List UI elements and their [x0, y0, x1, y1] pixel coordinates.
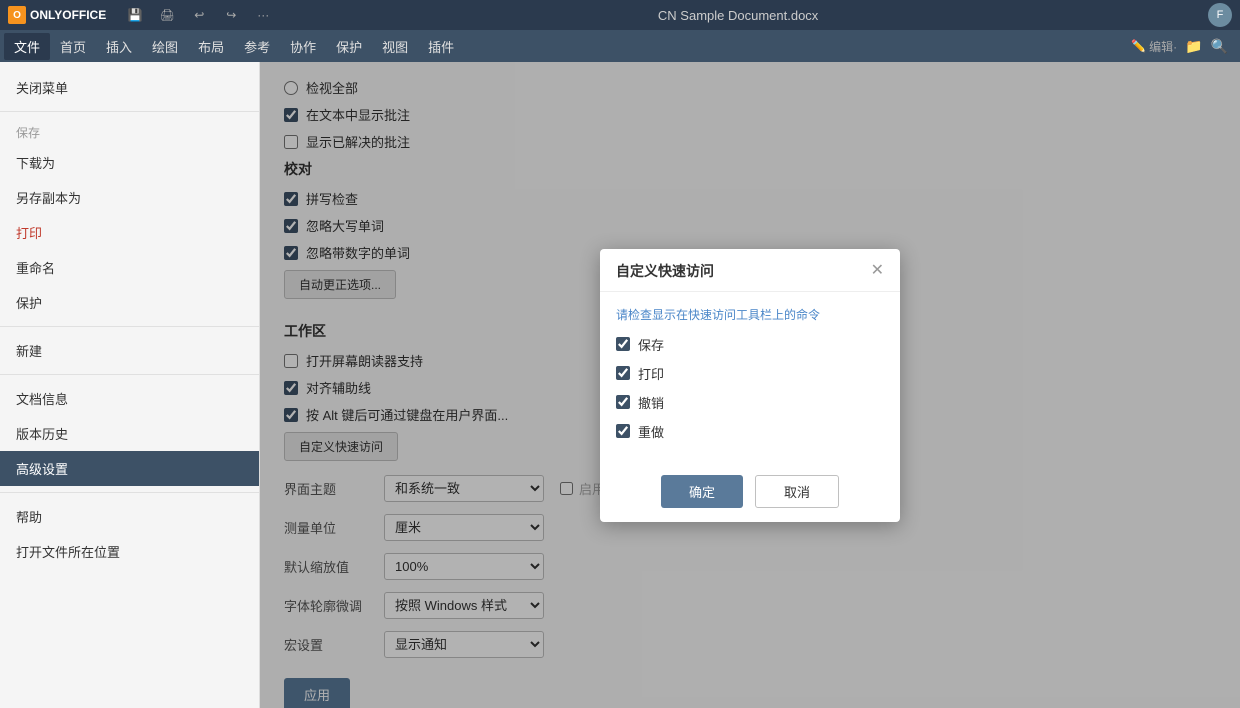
menu-insert[interactable]: 插入	[96, 33, 142, 60]
edit-mode-btn[interactable]: ✏️ 编辑·	[1131, 38, 1177, 55]
sidebar-divider-1	[0, 111, 259, 112]
modal-confirm-btn[interactable]: 确定	[661, 475, 743, 508]
modal-check-print-row: 打印	[616, 364, 884, 383]
modal-check-redo-row: 重做	[616, 422, 884, 441]
modal-footer: 确定 取消	[600, 465, 900, 522]
logo-icon: O	[8, 6, 26, 24]
modal-check-save-label: 保存	[638, 335, 664, 354]
modal-check-save-row: 保存	[616, 335, 884, 354]
sidebar-item-help[interactable]: 帮助	[0, 499, 259, 534]
menu-collaborate[interactable]: 协作	[280, 33, 326, 60]
search-icon-btn[interactable]: 🔍	[1211, 38, 1228, 55]
undo-btn[interactable]: ↩	[186, 6, 212, 24]
sidebar: 关闭菜单 保存 下载为 另存副本为 打印 重命名 保护 新建 文档信息 版本历史…	[0, 62, 260, 708]
sidebar-item-download-as[interactable]: 下载为	[0, 145, 259, 180]
menu-view[interactable]: 视图	[372, 33, 418, 60]
modal-description: 请检查显示在快速访问工具栏上的命令	[616, 306, 884, 323]
redo-btn[interactable]: ↪	[218, 6, 244, 24]
sidebar-item-doc-info[interactable]: 文档信息	[0, 381, 259, 416]
menu-reference[interactable]: 参考	[234, 33, 280, 60]
save-btn[interactable]: 💾	[122, 6, 148, 24]
sidebar-divider-3	[0, 374, 259, 375]
modal-check-save[interactable]	[616, 337, 630, 351]
menu-file[interactable]: 文件	[4, 33, 50, 60]
user-avatar[interactable]: F	[1208, 3, 1232, 27]
modal-check-redo-label: 重做	[638, 422, 664, 441]
sidebar-item-print[interactable]: 打印	[0, 215, 259, 250]
menu-home[interactable]: 首页	[50, 33, 96, 60]
edit-label: 编辑·	[1149, 38, 1177, 55]
menu-bar-right: ✏️ 编辑· 📁 🔍	[1131, 38, 1236, 55]
print-btn[interactable]: 🖨	[154, 6, 180, 24]
sidebar-item-new[interactable]: 新建	[0, 333, 259, 368]
app-name: ONLYOFFICE	[30, 8, 106, 22]
main-content: 检视全部 在文本中显示批注 显示已解决的批注 校对 拼写检查 忽略大写单词 忽略…	[260, 62, 1240, 708]
menu-plugins[interactable]: 插件	[418, 33, 464, 60]
menu-layout[interactable]: 布局	[188, 33, 234, 60]
modal-body: 请检查显示在快速访问工具栏上的命令 保存 打印 撤销	[600, 292, 900, 465]
modal-close-btn[interactable]: ✕	[871, 263, 884, 279]
menu-bar: 文件 首页 插入 绘图 布局 参考 协作 保护 视图 插件 ✏️ 编辑· 📁 🔍	[0, 30, 1240, 62]
modal-check-undo-label: 撤销	[638, 393, 664, 412]
sidebar-divider-2	[0, 326, 259, 327]
modal-title: 自定义快速访问	[616, 261, 714, 281]
window-controls: 💾 🖨 ↩ ↪ ···	[122, 6, 276, 24]
sidebar-item-close-menu[interactable]: 关闭菜单	[0, 70, 259, 105]
modal-check-redo[interactable]	[616, 424, 630, 438]
modal-check-print[interactable]	[616, 366, 630, 380]
sidebar-item-advanced-settings[interactable]: 高级设置	[0, 451, 259, 486]
location-icon-btn[interactable]: 📁	[1185, 38, 1202, 55]
menu-draw[interactable]: 绘图	[142, 33, 188, 60]
document-title: CN Sample Document.docx	[276, 8, 1200, 23]
sidebar-item-open-location[interactable]: 打开文件所在位置	[0, 534, 259, 569]
modal-check-undo-row: 撤销	[616, 393, 884, 412]
sidebar-item-protect[interactable]: 保护	[0, 285, 259, 320]
title-bar: O ONLYOFFICE 💾 🖨 ↩ ↪ ··· CN Sample Docum…	[0, 0, 1240, 30]
sidebar-item-save-copy[interactable]: 另存副本为	[0, 180, 259, 215]
modal-header: 自定义快速访问 ✕	[600, 249, 900, 292]
modal-check-print-label: 打印	[638, 364, 664, 383]
modal-overlay: 自定义快速访问 ✕ 请检查显示在快速访问工具栏上的命令 保存 打印	[260, 62, 1240, 708]
sidebar-item-version-history[interactable]: 版本历史	[0, 416, 259, 451]
pencil-icon: ✏️	[1131, 39, 1146, 53]
menu-protect[interactable]: 保护	[326, 33, 372, 60]
sidebar-section-save: 保存	[0, 118, 259, 145]
sidebar-item-rename[interactable]: 重命名	[0, 250, 259, 285]
app-logo: O ONLYOFFICE	[8, 6, 106, 24]
app-body: 关闭菜单 保存 下载为 另存副本为 打印 重命名 保护 新建 文档信息 版本历史…	[0, 62, 1240, 708]
modal-customize-quick-access: 自定义快速访问 ✕ 请检查显示在快速访问工具栏上的命令 保存 打印	[600, 249, 900, 522]
more-btn[interactable]: ···	[250, 6, 276, 24]
modal-cancel-btn[interactable]: 取消	[755, 475, 839, 508]
sidebar-divider-4	[0, 492, 259, 493]
modal-check-undo[interactable]	[616, 395, 630, 409]
